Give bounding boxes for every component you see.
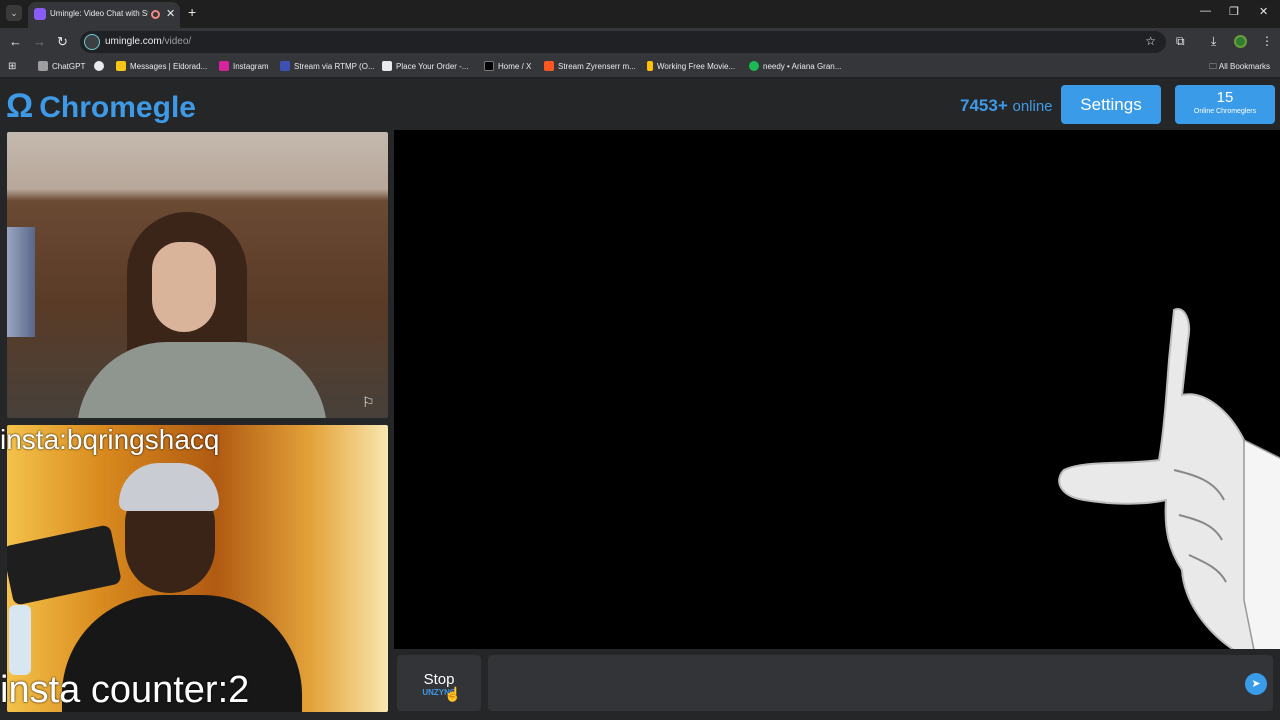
bookmark-item[interactable]: Home / X: [484, 61, 531, 71]
chromegle-page: Ω Chromegle 7453+ online Settings 15 Onli…: [0, 79, 1280, 720]
apps-icon[interactable]: ⊞: [8, 61, 16, 72]
forward-icon[interactable]: →: [33, 34, 46, 49]
bookmarks-bar: ⊞ ChatGPT Messages | Eldorad... Instagra…: [0, 56, 1280, 78]
report-flag-icon[interactable]: ⚐: [362, 394, 375, 411]
bookmark-item[interactable]: Instagram: [219, 61, 269, 71]
address-bar[interactable]: umingle.com/video/ ☆: [80, 31, 1166, 53]
restore-icon[interactable]: ❐: [1229, 5, 1239, 18]
browser-toolbar: ← → ↻ umingle.com/video/ ☆ ⧉ ⤓ ⋮: [0, 28, 1280, 56]
window-close-icon[interactable]: ✕: [1259, 5, 1268, 18]
hand-cursor-icon: ☝: [444, 686, 462, 702]
site-logo[interactable]: Ω Chromegle: [6, 87, 196, 125]
extensions-icon[interactable]: ⧉: [1176, 34, 1185, 49]
more-icon[interactable]: ⋮: [1261, 34, 1273, 48]
settings-button[interactable]: Settings: [1061, 85, 1161, 124]
reload-icon[interactable]: ↻: [57, 34, 68, 50]
bookmark-item[interactable]: needy • Ariana Gran...: [749, 61, 841, 71]
online-count: 7453+ online: [960, 96, 1053, 115]
tab-title: Umingle: Video Chat with St: [50, 9, 148, 18]
all-bookmarks-button[interactable]: 🗀 All Bookmarks: [1209, 61, 1270, 75]
bookmark-item[interactable]: Stream Zyrenserr m...: [544, 61, 636, 71]
bookmark-item[interactable]: Stream via RTMP (O...: [280, 61, 375, 71]
logo-text: Chromegle: [39, 91, 196, 124]
tab-favicon-icon: [34, 8, 46, 20]
tab-close-icon[interactable]: ✕: [166, 7, 175, 20]
bookmark-item[interactable]: Working Free Movie...: [647, 61, 735, 71]
url-text: umingle.com/video/: [105, 36, 192, 47]
active-tab[interactable]: Umingle: Video Chat with St ✕: [28, 2, 180, 28]
new-tab-button[interactable]: +: [188, 4, 196, 20]
bookmark-item[interactable]: Messages | Eldorad...: [116, 61, 207, 71]
minimize-icon[interactable]: —: [1200, 5, 1211, 17]
site-info-icon[interactable]: [84, 34, 100, 50]
star-icon[interactable]: ☆: [1145, 34, 1156, 48]
tab-search-icon[interactable]: ⌄: [6, 5, 22, 21]
overlay-counter: insta counter:2: [0, 669, 250, 711]
stranger-video: [394, 130, 1280, 649]
back-icon[interactable]: ←: [9, 34, 22, 49]
remote-video: ⚐: [7, 132, 388, 418]
pointing-hand-image: [1058, 308, 1280, 649]
chat-message-input[interactable]: [488, 655, 1273, 711]
stop-button[interactable]: Stop UNZYNC: [397, 655, 481, 711]
recording-indicator-icon: [151, 10, 160, 19]
online-chromeglers-button[interactable]: 15 Online Chromeglers: [1175, 85, 1275, 124]
tab-strip: ⌄ Umingle: Video Chat with St ✕ + — ❐ ✕: [0, 0, 1280, 28]
send-icon[interactable]: ➤: [1245, 673, 1267, 695]
bookmark-item[interactable]: ChatGPT: [38, 61, 85, 71]
bookmark-item[interactable]: [94, 61, 108, 71]
overlay-instagram-handle: insta:bqringshacq: [0, 424, 220, 455]
omega-logo-icon: Ω: [6, 87, 34, 125]
download-icon[interactable]: ⤓: [1211, 34, 1216, 49]
bookmark-item[interactable]: Place Your Order -...: [382, 61, 468, 71]
profile-avatar[interactable]: [1234, 35, 1247, 48]
